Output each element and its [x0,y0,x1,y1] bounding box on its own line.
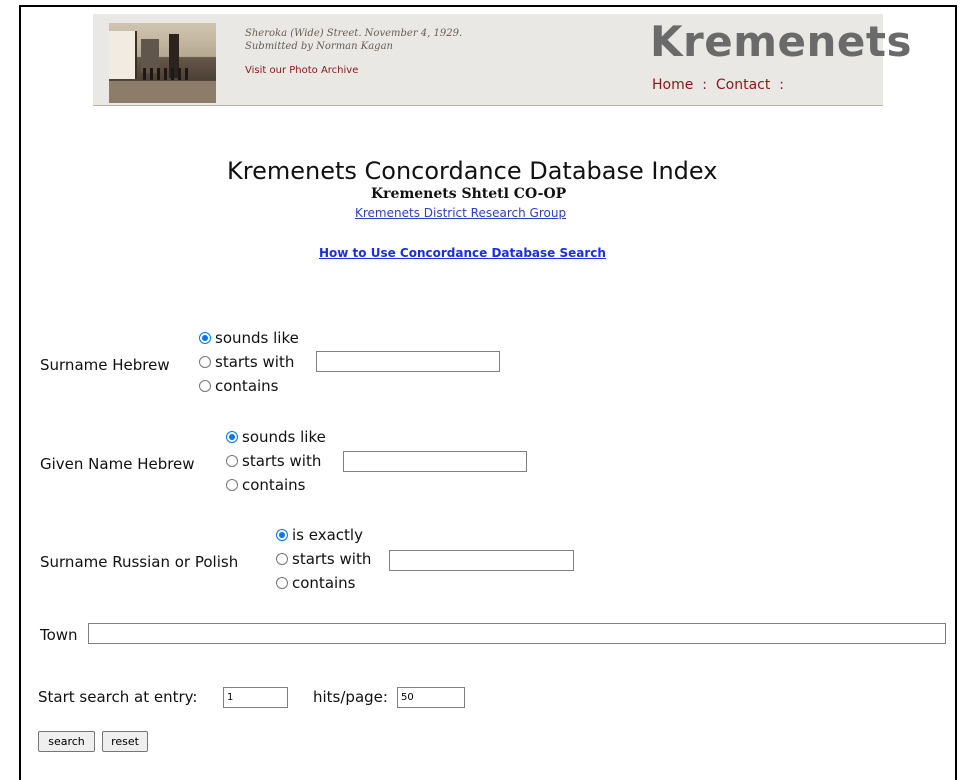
hits-per-page-label: hits/page: [313,688,388,706]
street-photo [109,23,216,103]
page-subtitle: Kremenets Shtetl CO-OP [371,186,567,202]
page-title: Kremenets Concordance Database Index [227,157,718,185]
page-frame [19,5,957,780]
start-entry-label: Start search at entry: [38,688,198,706]
nav-home-link[interactable]: Home [652,77,693,93]
photo-archive-link[interactable]: Visit our Photo Archive [245,65,358,76]
site-banner: Sheroka (Wide) Street. November 4, 1929.… [93,14,911,106]
surname-russian-polish-option-is-exactly: is exactly [292,526,363,544]
site-title: Kremenets [650,17,912,66]
hits-per-page-input[interactable] [397,687,465,708]
given-name-hebrew-option-sounds-like: sounds like [242,428,326,446]
surname-hebrew-option-contains: contains [215,377,279,395]
surname-hebrew-option-sounds-like: sounds like [215,329,299,347]
top-nav: Home : Contact : [652,77,784,93]
surname-hebrew-label: Surname Hebrew [40,356,170,374]
given-name-hebrew-option-starts-with: starts with [242,452,322,470]
surname-hebrew-starts-with-radio[interactable] [199,356,211,368]
how-to-use-link[interactable]: How to Use Concordance Database Search [319,246,606,260]
given-name-hebrew-option-contains: contains [242,476,306,494]
surname-russian-polish-is-exactly-radio[interactable] [276,529,288,541]
surname-russian-polish-option-contains: contains [292,574,356,592]
nav-separator: : [779,77,784,93]
given-name-hebrew-starts-with-radio[interactable] [226,455,238,467]
nav-separator: : [702,77,707,93]
given-name-hebrew-contains-radio[interactable] [226,479,238,491]
town-input[interactable] [88,623,946,644]
surname-hebrew-input[interactable] [316,351,500,372]
given-name-hebrew-sounds-like-radio[interactable] [226,431,238,443]
surname-hebrew-contains-radio[interactable] [199,380,211,392]
surname-russian-polish-starts-with-radio[interactable] [276,553,288,565]
surname-russian-polish-label: Surname Russian or Polish [40,553,239,571]
town-label: Town [40,626,78,644]
photo-caption: Sheroka (Wide) Street. November 4, 1929.… [245,27,485,53]
given-name-hebrew-input[interactable] [343,451,527,472]
district-research-group-link[interactable]: Kremenets District Research Group [355,206,566,220]
given-name-hebrew-label: Given Name Hebrew [40,455,195,473]
surname-hebrew-option-starts-with: starts with [215,353,295,371]
search-button[interactable]: search [38,731,95,752]
surname-russian-polish-contains-radio[interactable] [276,577,288,589]
surname-russian-polish-input[interactable] [389,550,574,571]
caption-line-1: Sheroka (Wide) Street. November 4, 1929. [245,28,463,39]
surname-hebrew-sounds-like-radio[interactable] [199,332,211,344]
nav-contact-link[interactable]: Contact [716,77,770,93]
reset-button[interactable]: reset [102,731,148,752]
caption-line-2: Submitted by Norman Kagan [245,41,393,52]
start-entry-input[interactable] [223,687,288,708]
surname-russian-polish-option-starts-with: starts with [292,550,372,568]
